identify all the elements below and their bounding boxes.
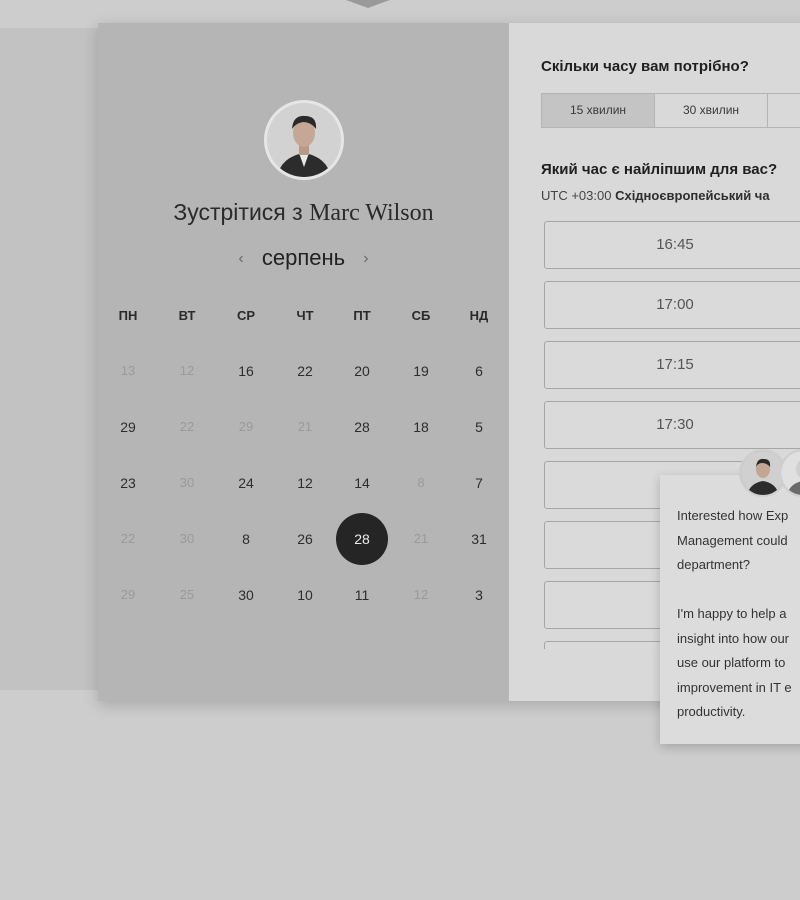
calendar-day[interactable]: 14 <box>342 463 382 503</box>
calendar-day[interactable]: 30 <box>226 575 266 615</box>
chat-text-line <box>677 578 800 603</box>
host-photo <box>267 103 341 177</box>
calendar-day[interactable]: 19 <box>401 351 441 391</box>
calendar-day[interactable]: 22 <box>285 351 325 391</box>
weekday-header: ПТ <box>353 308 371 323</box>
time-slot-button[interactable]: 17:15 <box>544 341 800 389</box>
chevron-right-icon[interactable]: › <box>351 250 380 267</box>
timezone-offset: UTC +03:00 <box>541 188 612 203</box>
calendar-day: 29 <box>120 587 136 602</box>
chat-text-line: improvement in IT e <box>677 679 792 695</box>
calendar-day: 13 <box>120 363 136 378</box>
chevron-left-icon[interactable]: ‹ <box>226 250 255 267</box>
calendar-day[interactable]: 16 <box>226 351 266 391</box>
calendar-day[interactable]: 31 <box>459 519 499 559</box>
timezone-name: Східноєвропейський ча <box>615 188 770 203</box>
chat-text-line: Management could <box>677 532 788 548</box>
chat-agent-avatar-2 <box>779 449 800 497</box>
calendar-day[interactable]: 28 <box>342 407 382 447</box>
calendar-day[interactable]: 6 <box>459 351 499 391</box>
month-label: серпень <box>261 245 346 270</box>
calendar-day: 21 <box>413 531 429 546</box>
calendar-day: 8 <box>417 475 425 490</box>
calendar-day: 30 <box>179 531 195 546</box>
host-name: Marc Wilson <box>309 200 434 226</box>
calendar-day: 21 <box>297 419 313 434</box>
calendar-day: 29 <box>238 419 254 434</box>
time-question: Який час є найліпшим для вас? <box>541 161 778 178</box>
calendar-day[interactable]: 8 <box>226 519 266 559</box>
time-slot-button[interactable]: 17:00 <box>544 281 800 329</box>
chat-message-popup[interactable]: Interested how Exp Management could depart… <box>660 475 800 744</box>
calendar-day[interactable]: 10 <box>285 575 325 615</box>
duration-option-15[interactable]: 15 хвилин <box>542 94 655 127</box>
timezone-label: UTC +03:00 Східноєвропейський ча <box>541 188 770 203</box>
chat-text-line: use our platform to <box>677 655 786 670</box>
calendar-day[interactable]: 24 <box>226 463 266 503</box>
calendar-day: 25 <box>179 587 195 602</box>
calendar-day[interactable]: 20 <box>342 351 382 391</box>
calendar-day: 12 <box>179 363 195 378</box>
calendar-day[interactable]: 12 <box>285 463 325 503</box>
weekday-header: ВТ <box>178 308 196 323</box>
calendar-day[interactable]: 18 <box>401 407 441 447</box>
calendar-panel: Зустрітися з Marc Wilson ‹ серпень › ПН В… <box>98 23 509 701</box>
duration-selector: 15 хвилин 30 хвилин <box>541 93 800 128</box>
weekday-header: НД <box>469 308 489 323</box>
chat-text-line: department? <box>677 557 750 572</box>
weekday-header: ПН <box>118 308 138 323</box>
calendar-day: 12 <box>413 587 429 602</box>
top-pointer-shape <box>346 0 390 8</box>
calendar-day[interactable]: 23 <box>108 463 148 503</box>
calendar-day-selected[interactable]: 28 <box>336 513 388 565</box>
meeting-title-prefix: Зустрітися з <box>173 199 303 225</box>
duration-option-3[interactable] <box>768 94 800 127</box>
chat-text-line: Interested how Exp <box>677 508 789 523</box>
chat-message-text: Interested how Exp Management could depart… <box>677 504 800 725</box>
calendar-day[interactable]: 5 <box>459 407 499 447</box>
calendar-day[interactable]: 3 <box>459 575 499 615</box>
weekday-header: ЧТ <box>296 308 314 323</box>
calendar-day[interactable]: 11 <box>342 575 382 615</box>
meeting-title: Зустрітися з Marc Wilson <box>98 199 509 227</box>
duration-question: Скільки часу вам потрібно? <box>541 58 749 75</box>
chat-text-line: I'm happy to help a <box>677 606 787 621</box>
weekday-header: СБ <box>411 308 431 323</box>
duration-option-30[interactable]: 30 хвилин <box>655 94 768 127</box>
calendar-day[interactable]: 29 <box>108 407 148 447</box>
calendar-day[interactable]: 7 <box>459 463 499 503</box>
calendar-day: 30 <box>179 475 195 490</box>
chat-agent-avatars[interactable] <box>739 449 800 501</box>
background-strip <box>0 28 110 690</box>
time-slot-button[interactable]: 16:45 <box>544 221 800 269</box>
time-slot-button[interactable]: 17:30 <box>544 401 800 449</box>
chat-text-line: productivity. <box>677 704 746 719</box>
calendar-day[interactable]: 26 <box>285 519 325 559</box>
month-navigation: ‹ серпень › <box>98 245 509 271</box>
weekday-header: СР <box>236 308 256 323</box>
calendar-day: 22 <box>179 419 195 434</box>
host-avatar <box>264 100 344 180</box>
chat-text-line: insight into how our <box>677 630 790 646</box>
calendar-day: 22 <box>120 531 136 546</box>
